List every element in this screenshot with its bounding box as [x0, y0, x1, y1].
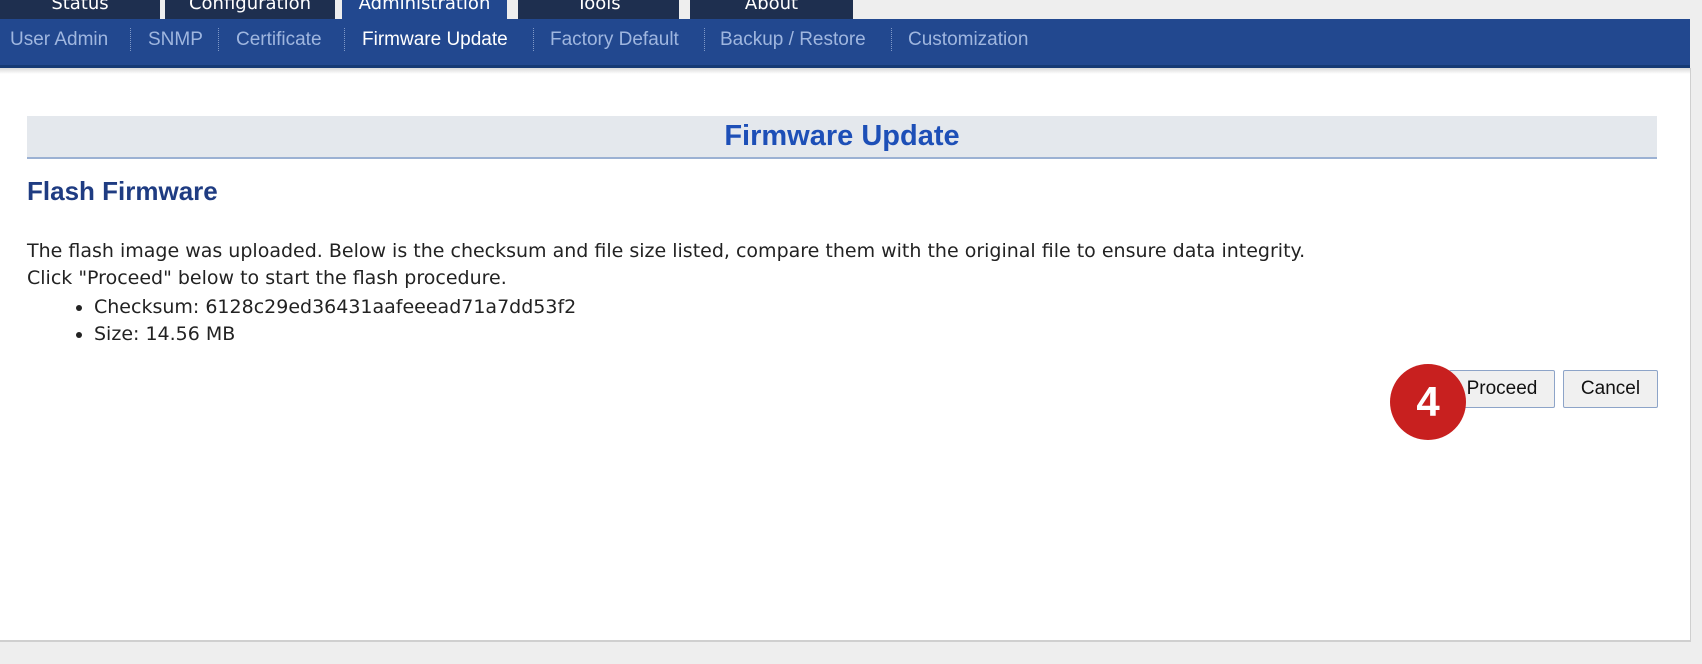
tab-status[interactable]: Status — [0, 0, 160, 19]
tab-status-label: Status — [51, 0, 109, 14]
tab-tools-label: Tools — [576, 0, 621, 14]
subnav-divider — [218, 28, 219, 51]
step-number-badge: 4 — [1390, 364, 1466, 440]
tab-administration[interactable]: Administration — [342, 0, 507, 19]
subnav-divider — [533, 28, 534, 51]
subnav-user-admin[interactable]: User Admin — [10, 19, 108, 60]
cancel-button[interactable]: Cancel — [1563, 370, 1658, 408]
description-line-1: The flash image was uploaded. Below is t… — [27, 240, 1306, 262]
tab-configuration[interactable]: Configuration — [165, 0, 335, 19]
subnav-backup-restore[interactable]: Backup / Restore — [720, 19, 866, 60]
tab-about-label: About — [744, 0, 799, 14]
tab-configuration-label: Configuration — [188, 0, 312, 14]
main-tab-bar: Status Configuration Administration Tool… — [0, 0, 1702, 19]
subnav-snmp[interactable]: SNMP — [148, 19, 203, 60]
subnav-firmware-update[interactable]: Firmware Update — [362, 19, 508, 60]
size-item: Size: 14.56 MB — [94, 321, 576, 348]
file-info-list: Checksum: 6128c29ed36431aafeeead71a7dd53… — [27, 294, 576, 348]
page-title: Firmware Update — [27, 116, 1657, 159]
content-top-shadow — [0, 68, 1690, 74]
checksum-item: Checksum: 6128c29ed36431aafeeead71a7dd53… — [94, 294, 576, 321]
subnav-divider — [704, 28, 705, 51]
admin-subnav: User Admin SNMP Certificate Firmware Upd… — [0, 19, 1690, 68]
content-panel: Firmware Update Flash Firmware The flash… — [0, 68, 1691, 642]
section-heading: Flash Firmware — [27, 176, 218, 206]
tab-tools[interactable]: Tools — [518, 0, 679, 19]
subnav-divider — [344, 28, 345, 51]
subnav-customization[interactable]: Customization — [908, 19, 1028, 60]
tab-about[interactable]: About — [690, 0, 853, 19]
subnav-divider — [130, 28, 131, 51]
tab-administration-label: Administration — [358, 0, 491, 14]
description-line-2: Click "Proceed" below to start the flash… — [27, 267, 507, 289]
subnav-divider — [891, 28, 892, 51]
subnav-factory-default[interactable]: Factory Default — [550, 19, 679, 60]
subnav-certificate[interactable]: Certificate — [236, 19, 322, 60]
